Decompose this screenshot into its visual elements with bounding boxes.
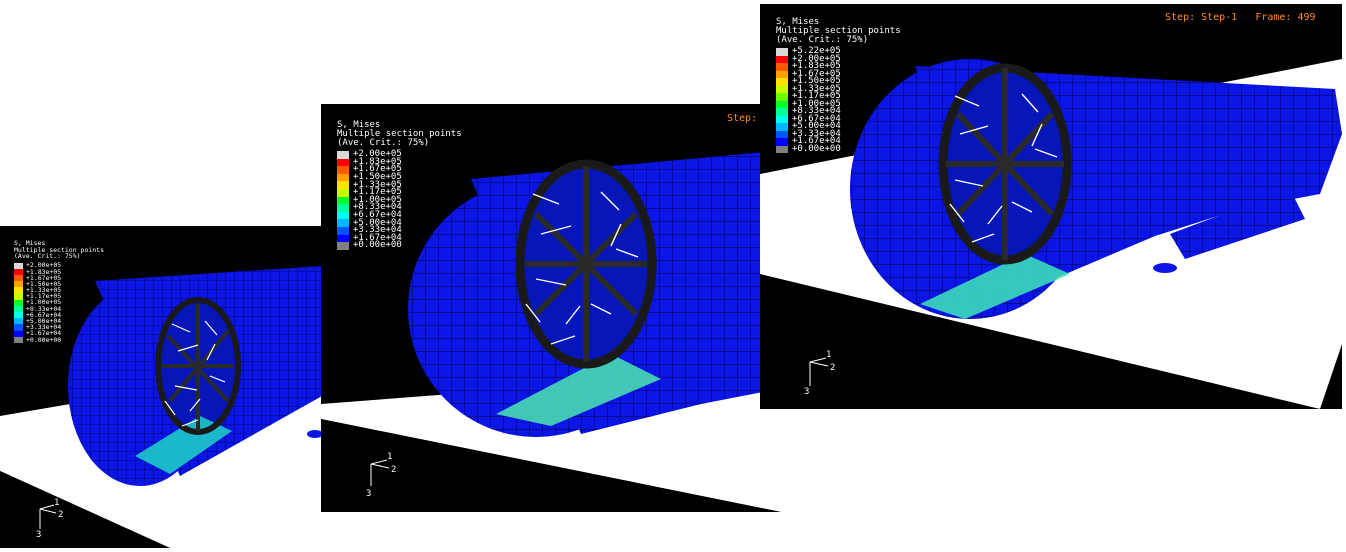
viewport-3: S, Mises Multiple section points (Ave. C…: [760, 4, 1342, 409]
legend-rows: +2.00e+05 +1.83e+05 +1.67e+05 +1.50e+05 +1.3…: [14, 262, 104, 343]
legend-swatch: [337, 211, 349, 220]
axis-label-3: 3: [366, 489, 372, 499]
legend-entry: +0.00e+00: [14, 337, 104, 343]
axis-label-2: 2: [58, 510, 64, 520]
legend-swatch: [337, 226, 349, 235]
legend-swatch: [337, 151, 349, 159]
legend-criterion: (Ave. Crit.: 75%): [776, 35, 869, 45]
legend-value: +0.00e+00: [792, 143, 841, 154]
legend-swatch: [776, 100, 788, 108]
step-frame-header: Step: Step-1 Frame: 499: [1165, 12, 1316, 23]
legend-rows: +5.22e+05 +2.00e+05 +1.83e+05 +1.67e+05 +1.5…: [776, 47, 901, 154]
legend-criterion: (Ave. Crit.: 75%): [337, 138, 430, 148]
legend-swatch: [776, 123, 788, 131]
legend-swatch: [776, 55, 788, 63]
frame-label: Frame: 499: [1255, 12, 1316, 23]
axis-label-1: 1: [54, 498, 60, 508]
legend-swatch: [337, 166, 349, 174]
mises-stress-legend: S, Mises Multiple section points (Ave. C…: [776, 18, 901, 153]
legend-value: +0.00e+00: [26, 335, 62, 344]
axis-label-1: 1: [387, 452, 393, 462]
legend-criterion: (Ave. Crit.: 75%): [14, 252, 81, 260]
legend-swatch: [337, 173, 349, 182]
axis-label-2: 2: [830, 363, 836, 373]
legend-swatch: [337, 234, 349, 243]
step-label: Step: Step-1: [1165, 12, 1238, 23]
legend-swatch: [776, 48, 788, 56]
mises-stress-legend: S, Mises Multiple section points (Ave. C…: [337, 121, 462, 250]
legend-swatch: [776, 138, 788, 146]
axis-triad: 1 2 3: [30, 498, 70, 545]
legend-swatch: [776, 108, 788, 116]
legend-swatch: [14, 336, 23, 343]
legend-swatch: [337, 181, 349, 189]
legend-swatch: [776, 130, 788, 138]
legend-swatch: [337, 158, 349, 167]
legend-swatch: [337, 188, 349, 197]
axis-label-3: 3: [804, 387, 810, 397]
legend-entry: +0.00e+00: [776, 143, 901, 154]
legend-entry: +0.00e+00: [337, 240, 462, 251]
axis-label-1: 1: [826, 350, 832, 360]
legend-swatch: [776, 70, 788, 78]
legend-swatch: [776, 78, 788, 86]
axis-label-3: 3: [36, 530, 42, 540]
legend-swatch: [776, 85, 788, 93]
legend-swatch: [337, 196, 349, 205]
legend-swatch: [337, 242, 349, 250]
legend-swatch: [776, 63, 788, 71]
legend-rows: +2.00e+05 +1.83e+05 +1.67e+05 +1.50e+05 +1.3…: [337, 150, 462, 251]
legend-swatch: [776, 145, 788, 153]
viewport-1: S, Mises Multiple section points (Ave. C…: [0, 226, 322, 548]
step-frame-header: Step:: [727, 113, 757, 124]
legend-value: +0.00e+00: [353, 240, 402, 251]
mises-stress-legend: S, Mises Multiple section points (Ave. C…: [14, 240, 104, 343]
axis-triad: 1 2 3: [361, 452, 401, 500]
axis-label-2: 2: [391, 465, 397, 475]
legend-swatch: [337, 204, 349, 212]
legend-swatch: [337, 219, 349, 227]
step-label: Step:: [727, 113, 758, 124]
legend-swatch: [776, 115, 788, 123]
axis-triad: 1 2 3: [800, 350, 840, 398]
legend-swatch: [776, 93, 788, 101]
